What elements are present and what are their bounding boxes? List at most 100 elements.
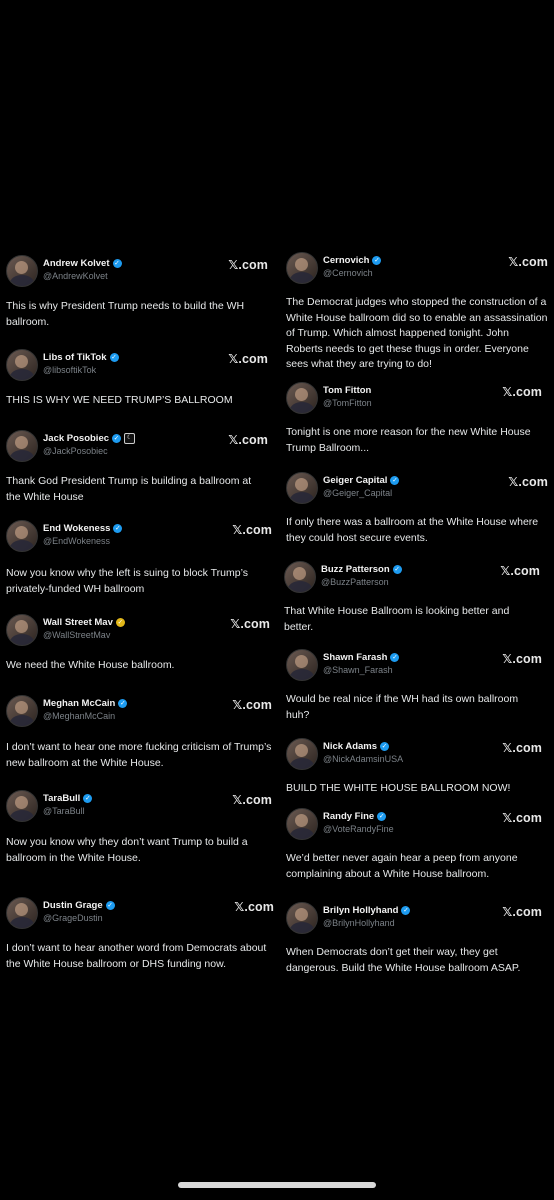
- tweet-text: Now you know why they don’t want Trump t…: [6, 836, 248, 864]
- x-logo-icon: 𝕏.com: [502, 811, 542, 825]
- home-indicator[interactable]: [178, 1182, 376, 1188]
- x-logo-icon: 𝕏.com: [232, 698, 272, 712]
- verified-badge-icon: ✓: [83, 794, 93, 803]
- x-logo-icon: 𝕏.com: [228, 433, 268, 447]
- display-name: Geiger Capital ✓: [323, 475, 400, 486]
- avatar: [286, 649, 318, 681]
- avatar: [6, 614, 38, 646]
- display-name: Andrew Kolvet ✓: [43, 258, 122, 269]
- affiliate-badge-icon: ☾: [124, 433, 136, 444]
- tweet-card-dustin-grage[interactable]: Dustin Grage ✓ @GrageDustin 𝕏.com I don’t…: [6, 897, 274, 977]
- display-name: Meghan McCain ✓: [43, 698, 128, 709]
- avatar: [286, 902, 318, 934]
- x-logo-icon: 𝕏.com: [502, 741, 542, 755]
- verified-badge-icon: ✓: [112, 434, 122, 443]
- tweet-card-jack-posobiec[interactable]: Jack Posobiec ✓ ☾ @JackPosobiec 𝕏.com Than…: [6, 430, 268, 510]
- display-name: Shawn Farash ✓: [323, 652, 400, 663]
- verified-badge-icon: ✓: [372, 256, 382, 265]
- verified-badge-icon: ✓: [390, 653, 400, 662]
- user-handle: @BuzzPatterson: [321, 577, 389, 587]
- x-logo-icon: 𝕏.com: [508, 475, 548, 489]
- user-handle: @Cernovich: [323, 268, 373, 278]
- tweet-text: We’d better never again hear a peep from…: [286, 852, 518, 880]
- verified-badge-icon: ✓: [109, 353, 119, 362]
- user-handle: @VoteRandyFine: [323, 824, 394, 834]
- display-name: TaraBull ✓: [43, 793, 93, 804]
- tweet-card-meghan-mccain[interactable]: Meghan McCain ✓ @MeghanMcCain 𝕏.com I don…: [6, 695, 272, 775]
- avatar: [6, 695, 38, 727]
- user-handle: @NickAdamsinUSA: [323, 754, 404, 764]
- user-handle: @BrilynHollyhand: [323, 918, 395, 928]
- verified-badge-icon: ✓: [377, 812, 387, 821]
- x-logo-icon: 𝕏.com: [232, 793, 272, 807]
- tweet-card-end-wokeness[interactable]: End Wokeness ✓ @EndWokeness 𝕏.com Now you…: [6, 520, 272, 600]
- tweet-text: The Democrat judges who stopped the cons…: [286, 296, 548, 370]
- tweet-card-randy-fine[interactable]: Randy Fine ✓ @VoteRandyFine 𝕏.com We’d be…: [286, 808, 542, 888]
- verified-badge-icon: ✓: [113, 524, 123, 533]
- tweet-card-andrew-kolvet[interactable]: Andrew Kolvet ✓ @AndrewKolvet 𝕏.com This …: [6, 255, 268, 335]
- user-handle: @GrageDustin: [43, 913, 103, 923]
- tweet-text: I don’t want to hear one more fucking cr…: [6, 741, 272, 769]
- tweet-text: Tonight is one more reason for the new W…: [286, 426, 531, 454]
- avatar: [286, 808, 318, 840]
- tweet-text: THIS IS WHY WE NEED TRUMP’S BALLROOM: [6, 394, 233, 406]
- x-logo-icon: 𝕏.com: [228, 258, 268, 272]
- user-handle: @EndWokeness: [43, 536, 111, 546]
- verified-badge-icon: ✓: [401, 906, 411, 915]
- tweet-text: We need the White House ballroom.: [6, 659, 175, 671]
- avatar: [286, 472, 318, 504]
- display-name: Libs of TikTok ✓: [43, 352, 119, 363]
- user-handle: @TomFitton: [323, 398, 372, 408]
- display-name: Nick Adams ✓: [323, 741, 390, 752]
- tweet-card-tarabull[interactable]: TaraBull ✓ @TaraBull 𝕏.com Now you know w…: [6, 790, 272, 870]
- tweet-text: That White House Ballroom is looking bet…: [284, 605, 510, 633]
- tweet-text: When Democrats don’t get their way, they…: [286, 946, 521, 974]
- tweet-text: This is why President Trump needs to bui…: [6, 300, 245, 328]
- verified-badge-icon: ✓: [112, 259, 122, 268]
- display-name: Brilyn Hollyhand ✓: [323, 905, 411, 916]
- verified-badge-icon: ✓: [105, 901, 115, 910]
- display-name: Buzz Patterson ✓: [321, 564, 402, 575]
- tweet-text: If only there was a ballroom at the Whit…: [286, 516, 539, 544]
- x-logo-icon: 𝕏.com: [234, 900, 274, 914]
- verified-badge-icon: ✓: [390, 476, 400, 485]
- display-name: Dustin Grage ✓: [43, 900, 115, 911]
- display-name: Wall Street Mav ✓: [43, 617, 125, 628]
- display-name: Randy Fine ✓: [323, 811, 387, 822]
- tweet-card-tom-fitton[interactable]: Tom Fitton @TomFitton 𝕏.com Tonight is o…: [286, 382, 542, 462]
- x-logo-icon: 𝕏.com: [508, 255, 548, 269]
- x-logo-icon: 𝕏.com: [230, 617, 270, 631]
- display-name: End Wokeness ✓: [43, 523, 123, 534]
- display-name: Cernovich ✓: [323, 255, 382, 266]
- avatar: [286, 738, 318, 770]
- tweet-text: I don’t want to hear another word from D…: [6, 942, 267, 970]
- avatar: [6, 520, 38, 552]
- tweet-card-brilyn-hollyhand[interactable]: Brilyn Hollyhand ✓ @BrilynHollyhand 𝕏.com…: [286, 902, 542, 982]
- x-logo-icon: 𝕏.com: [502, 652, 542, 666]
- verified-badge-icon: ✓: [115, 618, 125, 627]
- user-handle: @WallStreetMav: [43, 630, 111, 640]
- x-logo-icon: 𝕏.com: [502, 385, 542, 399]
- x-logo-icon: 𝕏.com: [232, 523, 272, 537]
- avatar: [6, 255, 38, 287]
- tweet-text: BUILD THE WHITE HOUSE BALLROOM NOW!: [286, 782, 511, 794]
- x-logo-icon: 𝕏.com: [500, 564, 540, 578]
- tweet-text: Would be real nice if the WH had its own…: [286, 693, 519, 721]
- tweet-card-libs-of-tiktok[interactable]: Libs of TikTok ✓ @libsoftikTok 𝕏.com THIS…: [6, 349, 268, 409]
- avatar: [284, 561, 316, 593]
- avatar: [6, 349, 38, 381]
- verified-badge-icon: ✓: [118, 699, 128, 708]
- avatar: [6, 430, 38, 462]
- user-handle: @AndrewKolvet: [43, 271, 108, 281]
- tweet-card-buzz-patterson[interactable]: Buzz Patterson ✓ @BuzzPatterson 𝕏.com Tha…: [284, 561, 540, 641]
- tweet-text: Now you know why the left is suing to bl…: [6, 567, 248, 595]
- tweet-card-cernovich[interactable]: Cernovich ✓ @Cernovich 𝕏.com The Democrat…: [286, 252, 548, 377]
- tweet-card-shawn-farash[interactable]: Shawn Farash ✓ @Shawn_Farash 𝕏.com Would …: [286, 649, 542, 729]
- tweet-card-geiger-capital[interactable]: Geiger Capital ✓ @Geiger_Capital 𝕏.com If…: [286, 472, 548, 552]
- avatar: [6, 790, 38, 822]
- avatar: [6, 897, 38, 929]
- tweet-card-nick-adams[interactable]: Nick Adams ✓ @NickAdamsinUSA 𝕏.com BUILD …: [286, 738, 542, 802]
- tweet-text: Thank God President Trump is building a …: [6, 475, 252, 503]
- verified-badge-icon: ✓: [392, 565, 402, 574]
- tweet-card-wall-street-mav[interactable]: Wall Street Mav ✓ @WallStreetMav 𝕏.com We…: [6, 614, 270, 678]
